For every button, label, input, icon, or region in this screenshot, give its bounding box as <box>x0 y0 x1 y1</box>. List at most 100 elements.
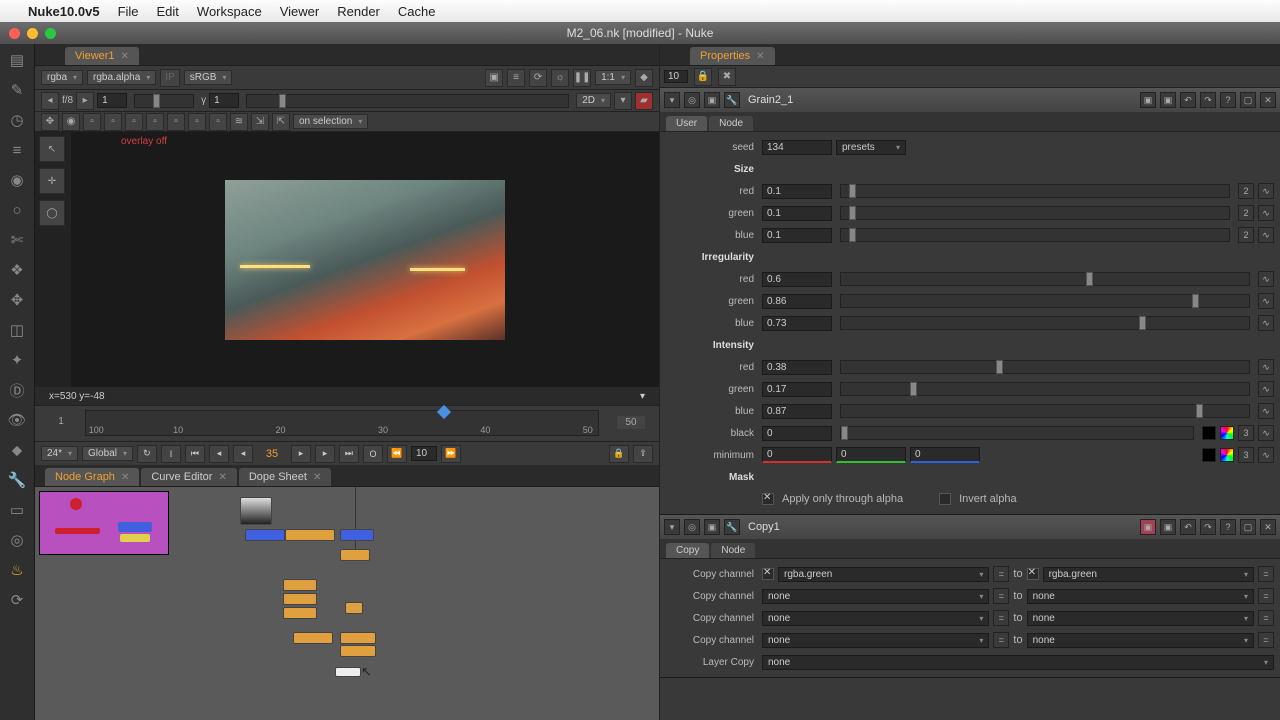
invert-alpha-checkbox[interactable] <box>939 493 951 505</box>
node[interactable] <box>340 632 376 644</box>
first-frame-icon[interactable]: ⏮ <box>185 445 205 463</box>
irr-blue-input[interactable] <box>762 316 832 331</box>
h1-icon[interactable]: ▣ <box>1140 92 1156 108</box>
help-icon[interactable]: ? <box>1220 92 1236 108</box>
close-icon[interactable]: ✕ <box>756 51 764 62</box>
time-ruler[interactable]: 100 10 20 30 40 50 <box>85 410 599 436</box>
alpha-select[interactable]: rgba.alpha <box>87 70 156 85</box>
lasso-icon[interactable]: ◯ <box>39 200 65 226</box>
gain-slider[interactable] <box>134 94 194 108</box>
tab-node[interactable]: Node <box>709 116 753 131</box>
end-val[interactable]: 2 <box>1238 205 1254 221</box>
eq-icon[interactable]: = <box>1258 588 1274 604</box>
export-icon[interactable]: ⇪ <box>633 445 653 463</box>
node[interactable] <box>283 607 317 619</box>
views-icon[interactable]: 👁 <box>7 410 27 430</box>
apply-alpha-checkbox[interactable] <box>762 493 774 505</box>
irr-red-slider[interactable] <box>840 272 1250 286</box>
keyer-icon[interactable]: ✄ <box>7 230 27 250</box>
float-icon[interactable]: ▢ <box>1240 92 1256 108</box>
ch1-to-checkbox[interactable] <box>1027 568 1039 580</box>
irr-green-input[interactable] <box>762 294 832 309</box>
size-green-input[interactable] <box>762 206 832 221</box>
color-wheel-icon[interactable] <box>1220 448 1234 462</box>
extra-icon[interactable]: ◎ <box>7 530 27 550</box>
skip-fwd-icon[interactable]: ⏩ <box>441 445 461 463</box>
step-fwd-icon[interactable]: ▸ <box>315 445 335 463</box>
menu-viewer[interactable]: Viewer <box>280 4 320 19</box>
mac-menubar[interactable]: Nuke10.0v5 File Edit Workspace Viewer Re… <box>0 0 1280 22</box>
irr-red-input[interactable] <box>762 272 832 287</box>
redo-icon[interactable]: ↷ <box>1200 519 1216 535</box>
t6-icon[interactable]: ▫ <box>188 113 206 131</box>
t1-icon[interactable]: ▫ <box>83 113 101 131</box>
size-blue-input[interactable] <box>762 228 832 243</box>
meta-icon[interactable]: ⬥ <box>7 440 27 460</box>
close-icon[interactable]: ✕ <box>121 51 129 62</box>
menu-file[interactable]: File <box>118 4 139 19</box>
record-icon[interactable]: ▰ <box>635 92 653 110</box>
anim-icon[interactable]: ∿ <box>1258 447 1274 463</box>
merge-icon[interactable]: ❖ <box>7 260 27 280</box>
menu-cache[interactable]: Cache <box>398 4 436 19</box>
anim-icon[interactable]: ∿ <box>1258 227 1274 243</box>
wrench-icon[interactable]: 🔧 <box>724 519 740 535</box>
node[interactable] <box>283 579 317 591</box>
node[interactable] <box>340 549 370 561</box>
min-g-input[interactable] <box>836 447 906 463</box>
color-icon[interactable]: ◉ <box>7 170 27 190</box>
channel-select[interactable]: rgba <box>41 70 83 85</box>
anim-icon[interactable]: ∿ <box>1258 425 1274 441</box>
undo-icon[interactable]: ↶ <box>1180 519 1196 535</box>
anim-icon[interactable]: ∿ <box>1258 359 1274 375</box>
other-icon[interactable]: ▭ <box>7 500 27 520</box>
deep-icon[interactable]: Ⓓ <box>7 380 27 400</box>
ch1-checkbox[interactable] <box>762 568 774 580</box>
close-icon[interactable]: ✕ <box>1260 519 1276 535</box>
t8-icon[interactable]: ≋ <box>230 113 248 131</box>
node-selected[interactable] <box>335 667 361 677</box>
ch3-from-select[interactable]: none <box>762 611 989 626</box>
collapse-icon[interactable]: ▾ <box>664 92 680 108</box>
lock-icon[interactable]: ◆ <box>635 69 653 87</box>
app-name[interactable]: Nuke10.0v5 <box>28 4 100 19</box>
timeline-end[interactable]: 50 <box>617 416 645 429</box>
panel-header[interactable]: ▾ ◎ ▣ 🔧 Grain2_1 ▣ ▣ ↶ ↷ ? ▢ ✕ <box>660 88 1280 112</box>
gear-icon[interactable]: ☼ <box>551 69 569 87</box>
menu-render[interactable]: Render <box>337 4 380 19</box>
t7-icon[interactable]: ▫ <box>209 113 227 131</box>
menu-workspace[interactable]: Workspace <box>197 4 262 19</box>
color-wheel-icon[interactable] <box>1220 426 1234 440</box>
swatch-black[interactable] <box>1202 448 1216 462</box>
gamma-slider[interactable] <box>246 94 569 108</box>
onselection-select[interactable]: on selection <box>293 114 368 129</box>
int-black-slider[interactable] <box>840 426 1194 440</box>
lock-icon[interactable]: 🔒 <box>694 68 712 86</box>
layer-select[interactable]: none <box>762 655 1274 670</box>
int-green-input[interactable] <box>762 382 832 397</box>
playhead-icon[interactable] <box>437 405 451 419</box>
node[interactable] <box>245 529 285 541</box>
end-val[interactable]: 3 <box>1238 447 1254 463</box>
viewport[interactable]: overlay off <box>71 132 659 387</box>
node[interactable] <box>340 529 374 541</box>
out-icon[interactable]: O <box>363 445 383 463</box>
prev-key-icon[interactable]: ◂ <box>209 445 229 463</box>
eq-icon[interactable]: = <box>1258 632 1274 648</box>
close-icon[interactable]: ✕ <box>218 472 226 483</box>
eq-icon[interactable]: = <box>993 610 1009 626</box>
center-icon[interactable]: ◎ <box>684 519 700 535</box>
anim-icon[interactable]: ∿ <box>1258 315 1274 331</box>
fps-select[interactable]: 24* <box>41 446 78 461</box>
dim-select[interactable]: 2D <box>576 93 611 108</box>
anim-icon[interactable]: ∿ <box>1258 381 1274 397</box>
eq-icon[interactable]: = <box>1258 610 1274 626</box>
y-input[interactable] <box>209 93 239 108</box>
current-frame[interactable]: 35 <box>257 448 287 460</box>
int-blue-input[interactable] <box>762 404 832 419</box>
clip-icon[interactable]: ▣ <box>485 69 503 87</box>
node[interactable] <box>340 645 376 657</box>
anim-icon[interactable]: ∿ <box>1258 403 1274 419</box>
float-icon[interactable]: ▢ <box>1240 519 1256 535</box>
find-icon[interactable]: ▣ <box>704 519 720 535</box>
